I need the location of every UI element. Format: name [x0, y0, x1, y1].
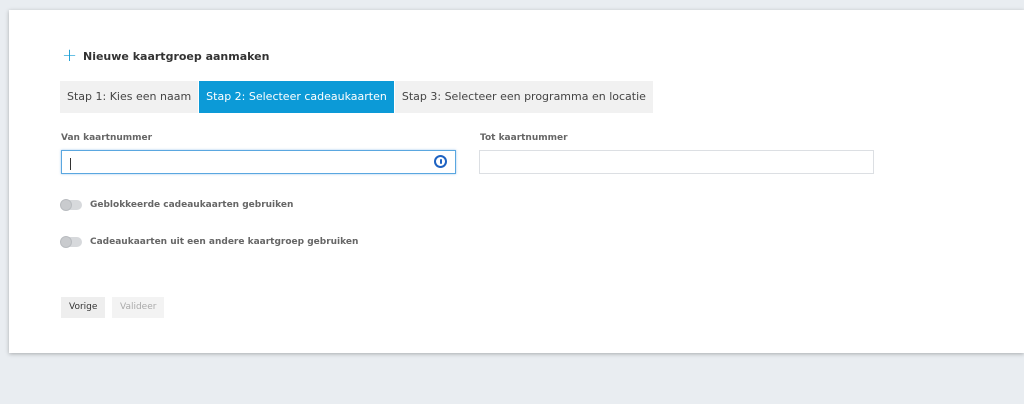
wizard-steps: Stap 1: Kies een naam Stap 2: Selecteer … [60, 81, 653, 113]
toggle-blocked-cards-row: Geblokkeerde cadeaukaarten gebruiken [60, 199, 294, 211]
page-title: Nieuwe kaartgroep aanmaken [83, 49, 270, 63]
blocked-cards-label: Geblokkeerde cadeaukaarten gebruiken [90, 200, 294, 210]
validate-button[interactable]: Valideer [112, 297, 165, 318]
toggle-other-group-row: Cadeaukaarten uit een andere kaartgroep … [60, 236, 359, 248]
toggle-knob [60, 199, 72, 211]
tab-step-3[interactable]: Stap 3: Selecteer een programma en locat… [394, 81, 653, 113]
text-caret [70, 158, 71, 170]
tab-step-1[interactable]: Stap 1: Kies een naam [60, 81, 199, 113]
from-card-number-label: Van kaartnummer [61, 133, 153, 143]
other-group-cards-toggle[interactable] [60, 236, 82, 248]
to-card-number-label: Tot kaartnummer [480, 133, 568, 143]
panel-header: + Nieuwe kaartgroep aanmaken [62, 45, 270, 66]
blocked-cards-toggle[interactable] [60, 199, 82, 211]
other-group-cards-label: Cadeaukaarten uit een andere kaartgroep … [90, 237, 359, 247]
to-card-number-input[interactable] [479, 150, 874, 174]
password-manager-icon[interactable] [434, 155, 447, 168]
previous-button[interactable]: Vorige [61, 297, 106, 318]
tab-step-2[interactable]: Stap 2: Selecteer cadeaukaarten [199, 81, 394, 113]
toggle-knob [60, 236, 72, 248]
card-group-panel: + Nieuwe kaartgroep aanmaken Stap 1: Kie… [9, 10, 1024, 353]
from-card-number-input[interactable] [61, 150, 456, 174]
plus-icon: + [62, 45, 78, 66]
